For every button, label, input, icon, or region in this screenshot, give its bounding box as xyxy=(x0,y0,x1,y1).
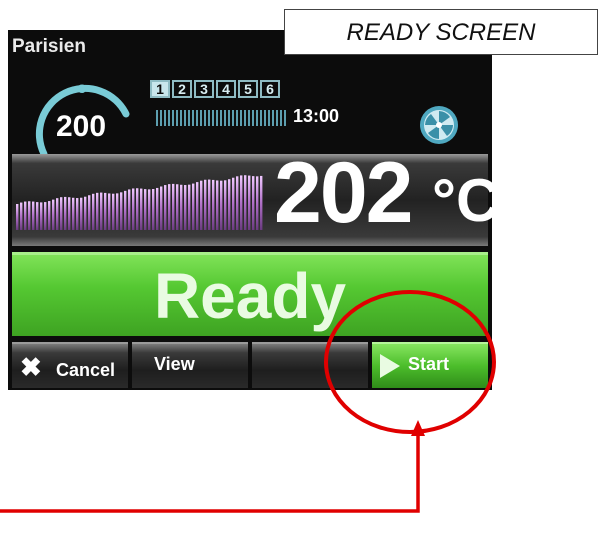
graph-bar xyxy=(184,185,187,230)
status-text: Ready xyxy=(153,260,347,332)
graph-bar xyxy=(64,196,67,230)
close-icon: ✖ xyxy=(20,352,42,382)
caption-text: READY SCREEN xyxy=(346,19,536,46)
graph-bar xyxy=(56,198,59,230)
graph-bar xyxy=(164,185,167,230)
recipe-name: Parisien xyxy=(12,36,86,57)
program-tab-1[interactable]: 1 xyxy=(150,80,170,98)
current-temperature-unit: °C xyxy=(432,167,492,234)
temperature-panel: 202 °C xyxy=(12,145,492,246)
start-button[interactable]: Start xyxy=(372,342,488,388)
program-tab-5[interactable]: 5 xyxy=(238,80,258,98)
play-icon xyxy=(380,354,400,378)
status-banner: Ready xyxy=(12,252,488,336)
graph-bar xyxy=(216,180,219,230)
graph-bar xyxy=(76,198,79,230)
graph-bar xyxy=(40,202,43,230)
graph-bar xyxy=(252,176,255,230)
graph-bar xyxy=(168,184,171,230)
graph-bar xyxy=(52,199,55,230)
graph-bar xyxy=(120,192,123,230)
graph-bar xyxy=(84,196,87,230)
graph-bar xyxy=(104,192,107,230)
graph-bar xyxy=(36,202,39,230)
graph-bar xyxy=(92,193,95,230)
graph-bar xyxy=(44,202,47,230)
graph-bar xyxy=(196,182,199,230)
graph-bar xyxy=(192,183,195,230)
graph-bar xyxy=(100,192,103,230)
fan-icon xyxy=(420,106,458,144)
graph-bar xyxy=(244,175,247,230)
graph-bar xyxy=(248,175,251,230)
temperature-history-graph xyxy=(16,175,263,230)
oven-display: Parisien oC 200 1 2 3 4 5 6 13:00 202 °C… xyxy=(8,30,492,390)
graph-bar xyxy=(136,188,139,230)
program-tab-4[interactable]: 4 xyxy=(216,80,236,98)
caption-box: READY SCREEN xyxy=(284,9,598,55)
graph-bar xyxy=(180,184,183,230)
softkey-row: ✖ Cancel View Start xyxy=(12,342,488,388)
pointer-arrow-line xyxy=(0,434,420,513)
graph-bar xyxy=(204,179,207,230)
graph-bar xyxy=(144,189,147,230)
view-label: View xyxy=(154,354,195,374)
graph-bar xyxy=(24,201,27,230)
graph-bar xyxy=(172,183,175,230)
graph-bar xyxy=(124,190,127,230)
graph-bar xyxy=(140,188,143,230)
graph-bar xyxy=(32,201,35,230)
graph-bar xyxy=(176,184,179,230)
cancel-button[interactable]: ✖ Cancel xyxy=(12,342,128,388)
blank-softkey[interactable] xyxy=(252,342,368,388)
graph-bar xyxy=(212,179,215,230)
current-temperature: 202 xyxy=(274,145,413,241)
graph-bar xyxy=(132,188,135,230)
graph-bar xyxy=(228,179,231,230)
graph-bar xyxy=(60,197,63,230)
graph-bar xyxy=(112,193,115,230)
timer-readout: 13:00 xyxy=(293,106,340,126)
program-tab-6[interactable]: 6 xyxy=(260,80,280,98)
setpoint-unit: oC xyxy=(70,82,86,96)
graph-bar xyxy=(220,180,223,230)
setpoint-value: 200 xyxy=(56,110,107,143)
graph-bar xyxy=(224,180,227,230)
graph-bar xyxy=(88,195,91,230)
graph-bar xyxy=(20,202,23,230)
graph-bar xyxy=(72,197,75,230)
graph-bar xyxy=(16,204,19,230)
graph-bar xyxy=(28,201,31,230)
graph-bar xyxy=(188,184,191,230)
program-tab-3[interactable]: 3 xyxy=(194,80,214,98)
program-tabs: 1 2 3 4 5 6 xyxy=(150,80,280,98)
graph-bar xyxy=(208,179,211,230)
pointer-arrowhead xyxy=(411,420,425,436)
program-tab-2[interactable]: 2 xyxy=(172,80,192,98)
graph-bar xyxy=(96,192,99,230)
graph-bar xyxy=(232,177,235,230)
view-button[interactable]: View xyxy=(132,342,248,388)
graph-bar xyxy=(200,180,203,230)
graph-bar xyxy=(128,189,131,230)
timer-progress-bar xyxy=(156,110,286,126)
graph-bar xyxy=(108,193,111,230)
graph-bar xyxy=(156,187,159,230)
graph-bar xyxy=(236,176,239,230)
graph-bar xyxy=(116,193,119,230)
graph-bar xyxy=(260,175,263,230)
graph-bar xyxy=(68,197,71,230)
graph-bar xyxy=(256,176,259,230)
graph-bar xyxy=(148,189,151,230)
graph-bar xyxy=(160,186,163,230)
graph-bar xyxy=(152,189,155,230)
graph-bar xyxy=(240,175,243,230)
start-label: Start xyxy=(408,354,450,374)
graph-bar xyxy=(48,201,51,230)
cancel-label: Cancel xyxy=(56,360,116,380)
graph-bar xyxy=(80,197,83,230)
